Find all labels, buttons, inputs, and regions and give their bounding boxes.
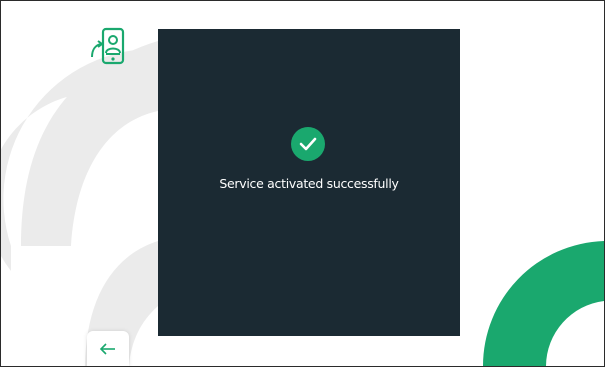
- back-button[interactable]: [87, 331, 129, 366]
- check-icon-graphic: [299, 137, 317, 151]
- screen: Service activated successfully: [0, 0, 605, 367]
- green-ring-shape: [482, 241, 604, 366]
- check-icon: [291, 127, 325, 161]
- video-intercom-icon-graphic: [91, 27, 125, 65]
- success-dialog: Service activated successfully: [158, 29, 460, 336]
- arrow-left-icon: [99, 343, 115, 355]
- success-message: Service activated successfully: [219, 176, 399, 191]
- video-intercom-icon[interactable]: [87, 27, 129, 67]
